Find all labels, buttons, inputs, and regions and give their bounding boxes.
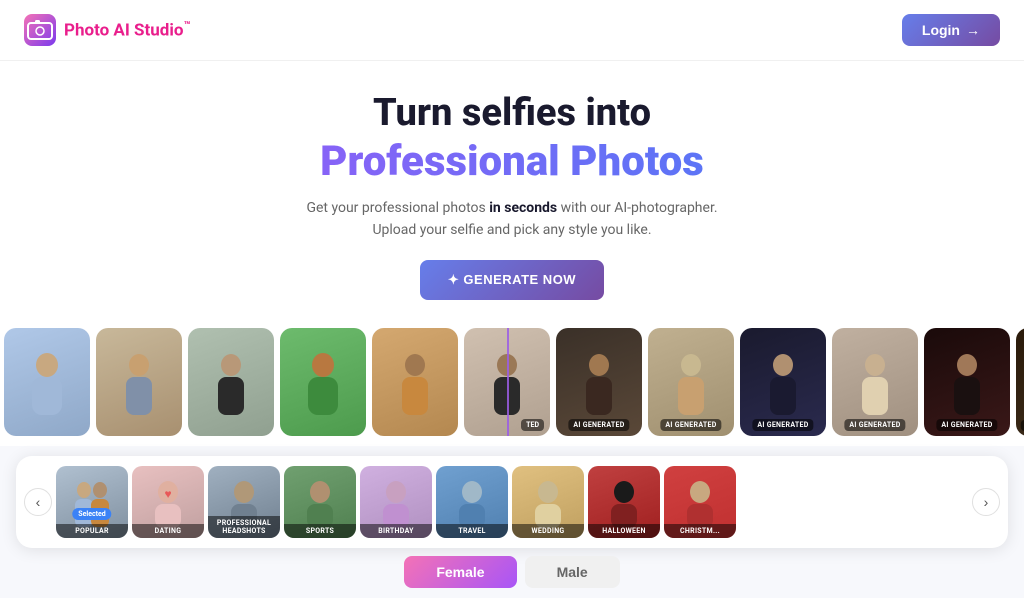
- category-label: HALLOWEEN: [588, 524, 660, 538]
- photo-card: [96, 328, 182, 436]
- ai-badge: AI GENERATED: [752, 419, 813, 431]
- photo-card-ai: AI GENERATED: [556, 328, 642, 436]
- hero-title-line2: Professional Photos: [20, 137, 1004, 187]
- category-item-dating[interactable]: ♥ DATING: [132, 466, 204, 538]
- photo-card: [372, 328, 458, 436]
- photo-card: [188, 328, 274, 436]
- category-label: TRAVEL: [436, 524, 508, 538]
- ai-badge: AI GENERATED: [936, 419, 997, 431]
- ai-badge: AI GENERATED: [844, 419, 905, 431]
- categories-section: ‹ Selected POPULAR ♥ DATING: [16, 456, 1008, 548]
- photo-card-ai: AI GENERATED: [740, 328, 826, 436]
- photo-card-ai: AI GENERATED: [924, 328, 1010, 436]
- category-label: CHRISTM...: [664, 524, 736, 538]
- category-label: POPULAR: [56, 524, 128, 538]
- category-list: Selected POPULAR ♥ DATING PROFESSIONAL H…: [56, 466, 968, 538]
- header: Photo AI Studio™ Login →: [0, 0, 1024, 61]
- svg-text:♥: ♥: [164, 487, 171, 501]
- ai-badge: AI GENERATED: [568, 419, 629, 431]
- photo-card-ai: AI GENERATED: [832, 328, 918, 436]
- categories-prev-button[interactable]: ‹: [24, 488, 52, 516]
- logo-text: Photo AI Studio™: [64, 19, 190, 41]
- category-label: PROFESSIONAL HEADSHOTS: [208, 516, 280, 538]
- category-label: WEDDING: [512, 524, 584, 538]
- logo-icon: [24, 14, 56, 46]
- photo-card: [4, 328, 90, 436]
- male-button[interactable]: Male: [525, 556, 620, 588]
- ted-badge: TED: [521, 419, 544, 431]
- category-item-birthday[interactable]: BIRTHDAY: [360, 466, 432, 538]
- logo: Photo AI Studio™: [24, 14, 190, 46]
- selected-badge: Selected: [72, 508, 111, 520]
- before-after-divider: [507, 328, 509, 436]
- category-item-sports[interactable]: SPORTS: [284, 466, 356, 538]
- gender-row: Female Male: [0, 556, 1024, 598]
- category-item-wedding[interactable]: WEDDING: [512, 466, 584, 538]
- photo-card: [280, 328, 366, 436]
- female-button[interactable]: Female: [404, 556, 516, 588]
- photo-strip: TED AI GENERATED AI GENERATED AI GENERAT…: [0, 318, 1024, 446]
- hero-section: Turn selfies into Professional Photos Ge…: [0, 61, 1024, 318]
- category-label: SPORTS: [284, 524, 356, 538]
- category-item-travel[interactable]: TRAVEL: [436, 466, 508, 538]
- login-button[interactable]: Login →: [902, 14, 1000, 46]
- hero-title-line1: Turn selfies into: [20, 91, 1004, 137]
- category-item-popular[interactable]: Selected POPULAR: [56, 466, 128, 538]
- hero-subtitle: Get your professional photos in seconds …: [20, 197, 1004, 242]
- category-item-headshots[interactable]: PROFESSIONAL HEADSHOTS: [208, 466, 280, 538]
- generate-button[interactable]: ✦ GENERATE NOW: [420, 260, 604, 300]
- ai-badge: AI GENERATED: [660, 419, 721, 431]
- category-item-christmas[interactable]: CHRISTM...: [664, 466, 736, 538]
- category-label: DATING: [132, 524, 204, 538]
- photo-card-ted: TED: [464, 328, 550, 436]
- photo-card-ai: AI GENE...: [1016, 328, 1024, 436]
- category-item-halloween[interactable]: HALLOWEEN: [588, 466, 660, 538]
- photo-card-ai: AI GENERATED: [648, 328, 734, 436]
- category-label: BIRTHDAY: [360, 524, 432, 538]
- categories-next-button[interactable]: ›: [972, 488, 1000, 516]
